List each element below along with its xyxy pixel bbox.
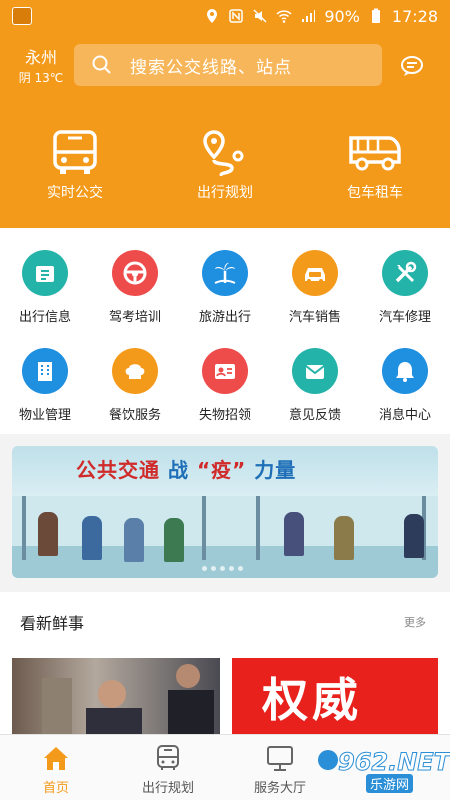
news-title: 看新鲜事 (20, 614, 85, 633)
service-travel-info[interactable]: 出行信息 (0, 250, 90, 325)
service-label: 汽车销售 (288, 310, 341, 325)
service-label: 餐饮服务 (108, 408, 161, 423)
service-car-repair[interactable]: 汽车修理 (360, 250, 450, 325)
tab-label: 首页 (42, 781, 69, 796)
car-sale-icon (292, 250, 338, 296)
search-bar[interactable]: 搜索公交线路、站点 (74, 44, 382, 86)
monitor-icon (267, 746, 293, 771)
nav-label: 实时公交 (47, 185, 103, 201)
news-section: 看新鲜事 更多 权威 (0, 592, 450, 734)
nav-charter-rental[interactable]: 包车租车 (300, 130, 450, 202)
clock: 17:28 (391, 6, 438, 26)
banner-title-part: 公共交通 (76, 458, 160, 482)
bus-icon (53, 130, 97, 174)
top-nav: 实时公交 出行规划 包车租车 (0, 130, 450, 202)
service-grid: 出行信息 驾考培训 旅游出行 汽车销售 汽车修理 物业管理 餐饮服务 失物招领 … (0, 228, 450, 434)
search-placeholder: 搜索公交线路、站点 (130, 57, 292, 78)
service-label: 失物招领 (198, 408, 251, 423)
service-property[interactable]: 物业管理 (0, 348, 90, 423)
envelope-icon (292, 348, 338, 394)
banner-passenger (124, 518, 144, 562)
banner-pole (202, 496, 206, 560)
route-icon (203, 130, 244, 176)
banner-pole (256, 496, 260, 560)
service-label: 旅游出行 (198, 310, 251, 325)
palm-tree-icon (202, 250, 248, 296)
wrench-icon (382, 250, 428, 296)
news-image-text: 权威 (262, 673, 362, 727)
signal-icon (302, 10, 316, 22)
news-more-link[interactable]: 更多 (404, 614, 426, 630)
city-name: 永州 (24, 48, 57, 67)
home-icon (44, 747, 68, 770)
service-driving-school[interactable]: 驾考培训 (90, 250, 180, 325)
watermark-subtitle: 乐游网 (366, 774, 414, 793)
banner-title: 公共交通 战 “疫” 力量 (76, 454, 296, 483)
wifi-icon (276, 10, 292, 23)
banner-passenger (82, 516, 102, 560)
banner-passenger (284, 512, 304, 556)
service-tourism[interactable]: 旅游出行 (180, 250, 270, 325)
app-notification-icon (12, 7, 32, 25)
status-bar: 90% 17:28 (0, 0, 450, 32)
service-row: 物业管理 餐饮服务 失物招领 意见反馈 消息中心 (0, 348, 450, 423)
service-feedback[interactable]: 意见反馈 (270, 348, 360, 423)
service-label: 汽车修理 (378, 310, 431, 325)
service-label: 意见反馈 (288, 408, 341, 423)
service-row: 出行信息 驾考培训 旅游出行 汽车销售 汽车修理 (0, 250, 450, 325)
site-watermark: 962.NET 乐游网 (318, 748, 450, 794)
battery-level: 90% (324, 6, 360, 26)
service-lost-found[interactable]: 失物招领 (180, 348, 270, 423)
search-icon (92, 55, 111, 74)
city-selector[interactable]: 永州 阴 13℃ (18, 48, 64, 86)
service-car-sales[interactable]: 汽车销售 (270, 250, 360, 325)
service-catering[interactable]: 餐饮服务 (90, 348, 180, 423)
steering-wheel-icon (112, 250, 158, 296)
service-label: 出行信息 (18, 310, 71, 325)
nav-label: 出行规划 (197, 185, 253, 201)
banner-passenger (38, 512, 58, 556)
banner-passenger (334, 516, 354, 560)
nav-route-planning[interactable]: 出行规划 (150, 130, 300, 202)
bell-icon (382, 348, 428, 394)
service-label: 物业管理 (18, 408, 71, 423)
chef-hat-icon (112, 348, 158, 394)
banner-pole (22, 496, 26, 560)
banner-title-part: “疫” (196, 458, 247, 482)
id-card-icon (202, 348, 248, 394)
battery-icon (371, 8, 380, 23)
nav-realtime-bus[interactable]: 实时公交 (0, 130, 150, 202)
nav-label: 包车租车 (347, 185, 403, 201)
header: 永州 阴 13℃ 搜索公交线路、站点 实时公交 出行规划 包车租车 (0, 32, 450, 228)
info-board-icon (22, 250, 68, 296)
service-label: 消息中心 (378, 408, 431, 423)
news-thumbnail[interactable] (12, 658, 220, 734)
banner-page-indicator (202, 566, 243, 571)
news-thumbnail[interactable]: 权威 (232, 658, 438, 734)
location-icon (207, 9, 218, 23)
weather-text: 阴 13℃ (18, 71, 64, 85)
bus-front-icon (157, 745, 179, 770)
banner-passenger (404, 514, 424, 558)
watermark-logo-icon (318, 750, 338, 770)
promo-banner[interactable]: 公共交通 战 “疫” 力量 (12, 446, 438, 578)
banner-title-part: 战 (167, 458, 189, 482)
message-icon[interactable] (400, 54, 424, 78)
building-icon (22, 348, 68, 394)
service-messages[interactable]: 消息中心 (360, 348, 450, 423)
tab-label: 服务大厅 (253, 781, 306, 796)
tab-route-planning[interactable]: 出行规划 (112, 735, 224, 800)
banner-title-part: 力量 (254, 458, 297, 482)
mute-icon (253, 9, 267, 23)
nfc-icon (229, 9, 244, 23)
watermark-number: 962.NET (337, 748, 450, 777)
service-label: 驾考培训 (108, 310, 161, 325)
coach-icon (349, 136, 401, 171)
tab-home[interactable]: 首页 (0, 735, 112, 800)
banner-passenger (164, 518, 184, 562)
tab-label: 出行规划 (141, 781, 194, 796)
banner-bus-floor (12, 546, 438, 578)
